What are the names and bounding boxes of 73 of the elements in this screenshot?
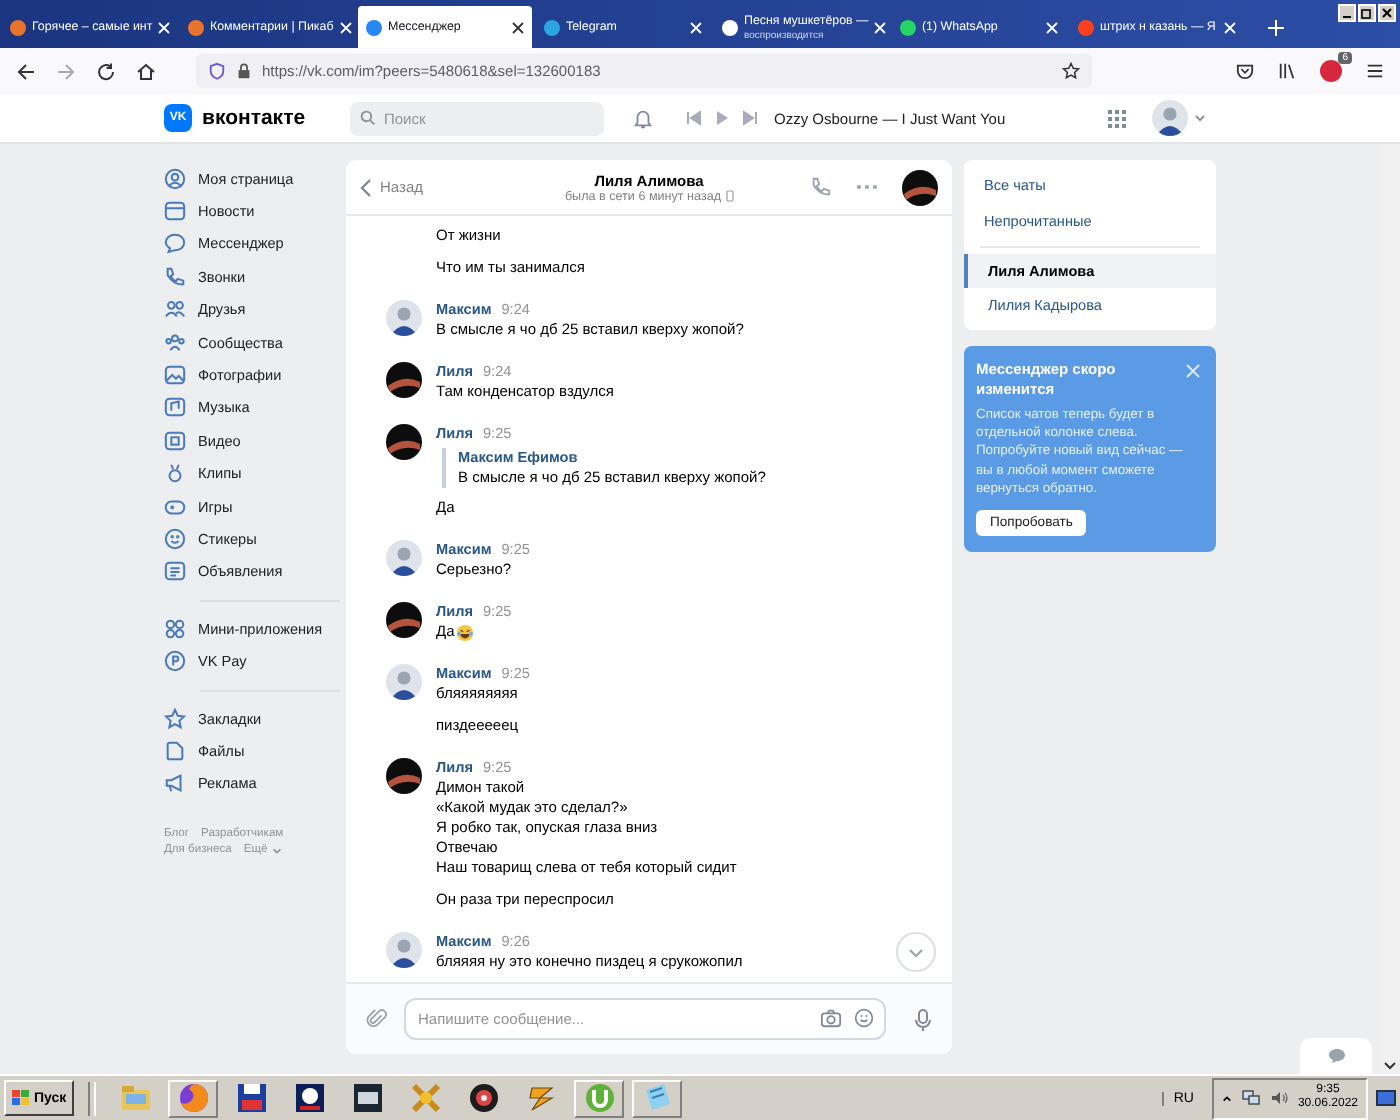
chevron-down-icon[interactable] (908, 947, 924, 957)
chevron-down-icon[interactable] (1194, 112, 1206, 124)
caret-up-icon[interactable] (1221, 1093, 1232, 1103)
file-icon (164, 739, 186, 762)
search-icon (360, 110, 376, 126)
more-icon[interactable] (856, 184, 878, 190)
extension-icon[interactable] (1320, 60, 1342, 82)
lightning-icon[interactable] (525, 1082, 558, 1114)
smiley-icon[interactable] (854, 1008, 874, 1028)
chat-launcher-button[interactable] (1300, 1038, 1372, 1074)
chevron-down-icon[interactable] (271, 845, 282, 856)
mobile-icon (725, 190, 734, 202)
apps-grid-icon[interactable] (1106, 107, 1128, 129)
star-icon (164, 707, 186, 730)
gamepad-icon (164, 495, 186, 518)
desktop-icon[interactable] (1376, 1089, 1396, 1107)
avatar (386, 602, 422, 638)
smiley-icon (164, 527, 186, 550)
speech-bubble-icon (164, 232, 186, 255)
torrent-icon[interactable] (583, 1082, 616, 1114)
taskbar-button[interactable] (632, 1079, 683, 1117)
back-icon[interactable] (16, 61, 36, 81)
star-icon[interactable] (1062, 62, 1080, 80)
restore-icon[interactable] (1358, 4, 1376, 22)
taskbar-button[interactable] (168, 1079, 219, 1117)
menu-icon[interactable] (1366, 62, 1384, 80)
globe-icon[interactable] (177, 1082, 210, 1114)
reload-icon[interactable] (96, 61, 116, 81)
avatar (386, 758, 422, 794)
speaker-icon[interactable] (1269, 1090, 1288, 1106)
windows-flag-icon[interactable] (12, 1090, 30, 1106)
paperclip-icon[interactable] (366, 1008, 388, 1030)
avatar (386, 362, 422, 398)
image-icon (164, 364, 186, 387)
avatar (386, 664, 422, 700)
coin-icon (164, 650, 186, 673)
disc-icon[interactable] (467, 1082, 500, 1114)
people-icon (164, 298, 186, 321)
window-icon (164, 200, 186, 223)
logo-text[interactable]: вконтакте (202, 106, 350, 130)
network-icon[interactable] (1241, 1090, 1260, 1106)
lock-icon[interactable] (236, 62, 252, 80)
scroll-down-icon[interactable] (1384, 1062, 1396, 1070)
microphone-icon[interactable] (914, 1007, 932, 1031)
minimize-icon[interactable] (1338, 4, 1356, 22)
avatar (386, 540, 422, 576)
home-icon[interactable] (136, 61, 156, 81)
chevron-left-icon[interactable] (360, 177, 372, 197)
pocket-icon[interactable] (1236, 62, 1254, 80)
taskbar-button[interactable] (574, 1079, 625, 1117)
close-icon[interactable] (512, 21, 524, 33)
bell-icon[interactable] (632, 107, 654, 129)
library-icon[interactable] (1278, 62, 1296, 80)
notepad-icon[interactable] (641, 1082, 674, 1114)
phone-icon (164, 265, 186, 288)
person-circle-icon (164, 167, 186, 190)
camera-icon[interactable] (820, 1008, 842, 1028)
grid-icon (164, 617, 186, 640)
speech-bubble-icon[interactable] (1327, 1048, 1345, 1064)
music-icon (164, 396, 186, 419)
laughing-emoji-icon (456, 623, 475, 641)
list-icon (164, 560, 186, 583)
clip-icon (164, 462, 186, 485)
megaphone-icon (164, 772, 186, 795)
chat-avatar (902, 169, 938, 205)
avatar (386, 932, 422, 968)
avatar (386, 424, 422, 460)
video-icon (164, 429, 186, 452)
avatar (386, 300, 422, 336)
plus-icon[interactable] (1268, 20, 1284, 36)
phone-icon[interactable] (810, 176, 832, 198)
profile-avatar (1152, 100, 1188, 136)
group-icon (164, 331, 186, 354)
